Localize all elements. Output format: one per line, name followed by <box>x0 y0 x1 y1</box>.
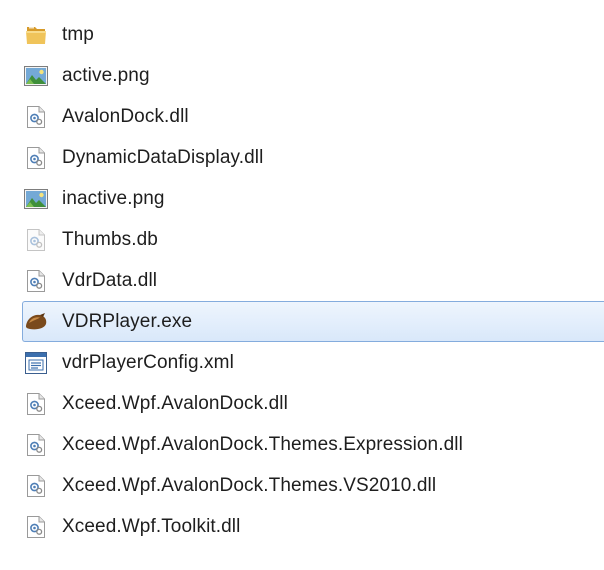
dll-file-icon <box>23 104 49 130</box>
dll-file-icon <box>23 514 49 540</box>
file-name: Xceed.Wpf.AvalonDock.Themes.VS2010.dll <box>62 474 437 496</box>
dll-file-icon <box>23 391 49 417</box>
file-row-xceed-wpf-avalondock-dll[interactable]: Xceed.Wpf.AvalonDock.dll <box>22 383 604 424</box>
file-list: tmp active.png AvalonDock.dll DynamicDat… <box>22 14 604 547</box>
file-name: Xceed.Wpf.AvalonDock.Themes.Expression.d… <box>62 433 463 455</box>
file-name: tmp <box>62 23 94 45</box>
file-row-xceed-wpf-toolkit-dll[interactable]: Xceed.Wpf.Toolkit.dll <box>22 506 604 547</box>
file-name: vdrPlayerConfig.xml <box>62 351 234 373</box>
file-row-vdrplayerconfig-xml[interactable]: vdrPlayerConfig.xml <box>22 342 604 383</box>
file-name: Xceed.Wpf.Toolkit.dll <box>62 515 241 537</box>
dll-file-icon <box>23 432 49 458</box>
file-name: VDRPlayer.exe <box>62 310 193 332</box>
file-name: inactive.png <box>62 187 165 209</box>
file-name: VdrData.dll <box>62 269 158 291</box>
xml-file-icon <box>23 350 49 376</box>
file-row-avalondock-dll[interactable]: AvalonDock.dll <box>22 96 604 137</box>
file-name: Xceed.Wpf.AvalonDock.dll <box>62 392 288 414</box>
file-row-tmp[interactable]: tmp <box>22 14 604 55</box>
file-row-inactive-png[interactable]: inactive.png <box>22 178 604 219</box>
file-row-vdrplayer-exe[interactable]: VDRPlayer.exe <box>22 301 604 342</box>
file-name: AvalonDock.dll <box>62 105 189 127</box>
dll-file-icon <box>23 145 49 171</box>
dll-file-icon <box>23 473 49 499</box>
file-row-thumbs-db[interactable]: Thumbs.db <box>22 219 604 260</box>
folder-icon <box>23 22 49 48</box>
file-row-xceed-themes-expression-dll[interactable]: Xceed.Wpf.AvalonDock.Themes.Expression.d… <box>22 424 604 465</box>
file-row-active-png[interactable]: active.png <box>22 55 604 96</box>
db-file-icon <box>23 227 49 253</box>
file-name: active.png <box>62 64 150 86</box>
file-name: DynamicDataDisplay.dll <box>62 146 264 168</box>
file-row-vdrdata-dll[interactable]: VdrData.dll <box>22 260 604 301</box>
image-file-icon <box>23 63 49 89</box>
exe-app-icon <box>23 309 49 335</box>
file-row-dynamicdatadisplay-dll[interactable]: DynamicDataDisplay.dll <box>22 137 604 178</box>
image-file-icon <box>23 186 49 212</box>
file-row-xceed-themes-vs2010-dll[interactable]: Xceed.Wpf.AvalonDock.Themes.VS2010.dll <box>22 465 604 506</box>
file-name: Thumbs.db <box>62 228 158 250</box>
dll-file-icon <box>23 268 49 294</box>
